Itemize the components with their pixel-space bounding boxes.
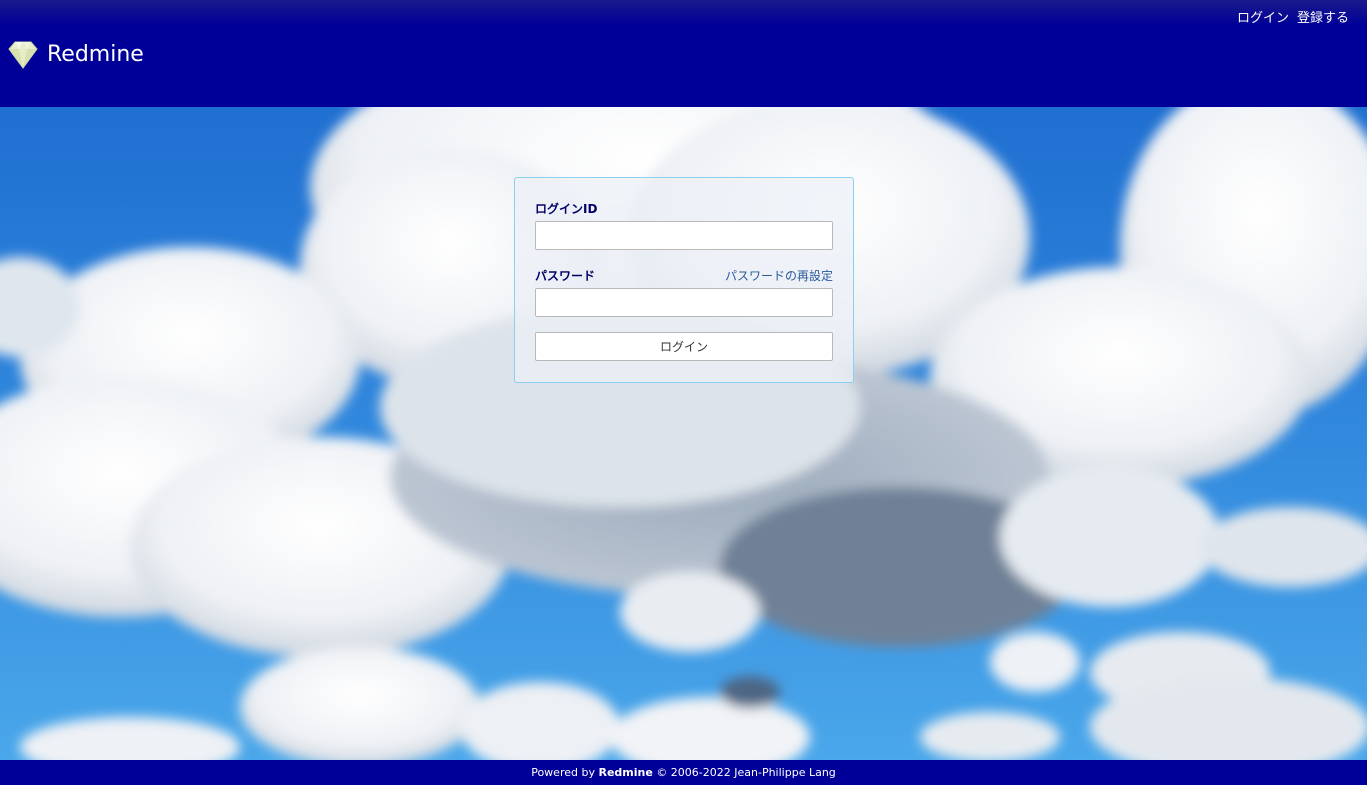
lost-password-link[interactable]: パスワードの再設定 — [725, 267, 833, 284]
redmine-gem-icon — [8, 41, 38, 69]
footer-product-link[interactable]: Redmine — [598, 766, 652, 779]
brand: Redmine — [7, 40, 144, 70]
footer-prefix: Powered by — [531, 766, 595, 779]
footer: Powered by Redmine © 2006-2022 Jean-Phil… — [0, 760, 1367, 785]
register-link[interactable]: 登録する — [1297, 7, 1349, 26]
password-input[interactable] — [535, 288, 833, 317]
login-submit-button[interactable]: ログイン — [535, 332, 833, 361]
footer-copyright: © 2006-2022 Jean-Philippe Lang — [656, 766, 836, 779]
username-label: ログインID — [535, 202, 598, 216]
header: ログイン 登録する Redmine — [0, 0, 1367, 107]
password-label: パスワード — [535, 269, 596, 283]
app-title: Redmine — [47, 42, 144, 67]
login-link[interactable]: ログイン — [1237, 7, 1289, 26]
username-input[interactable] — [535, 221, 833, 250]
top-menu: ログイン 登録する — [1237, 7, 1349, 26]
login-form: ログインID パスワード パスワードの再設定 ログイン — [514, 177, 854, 383]
